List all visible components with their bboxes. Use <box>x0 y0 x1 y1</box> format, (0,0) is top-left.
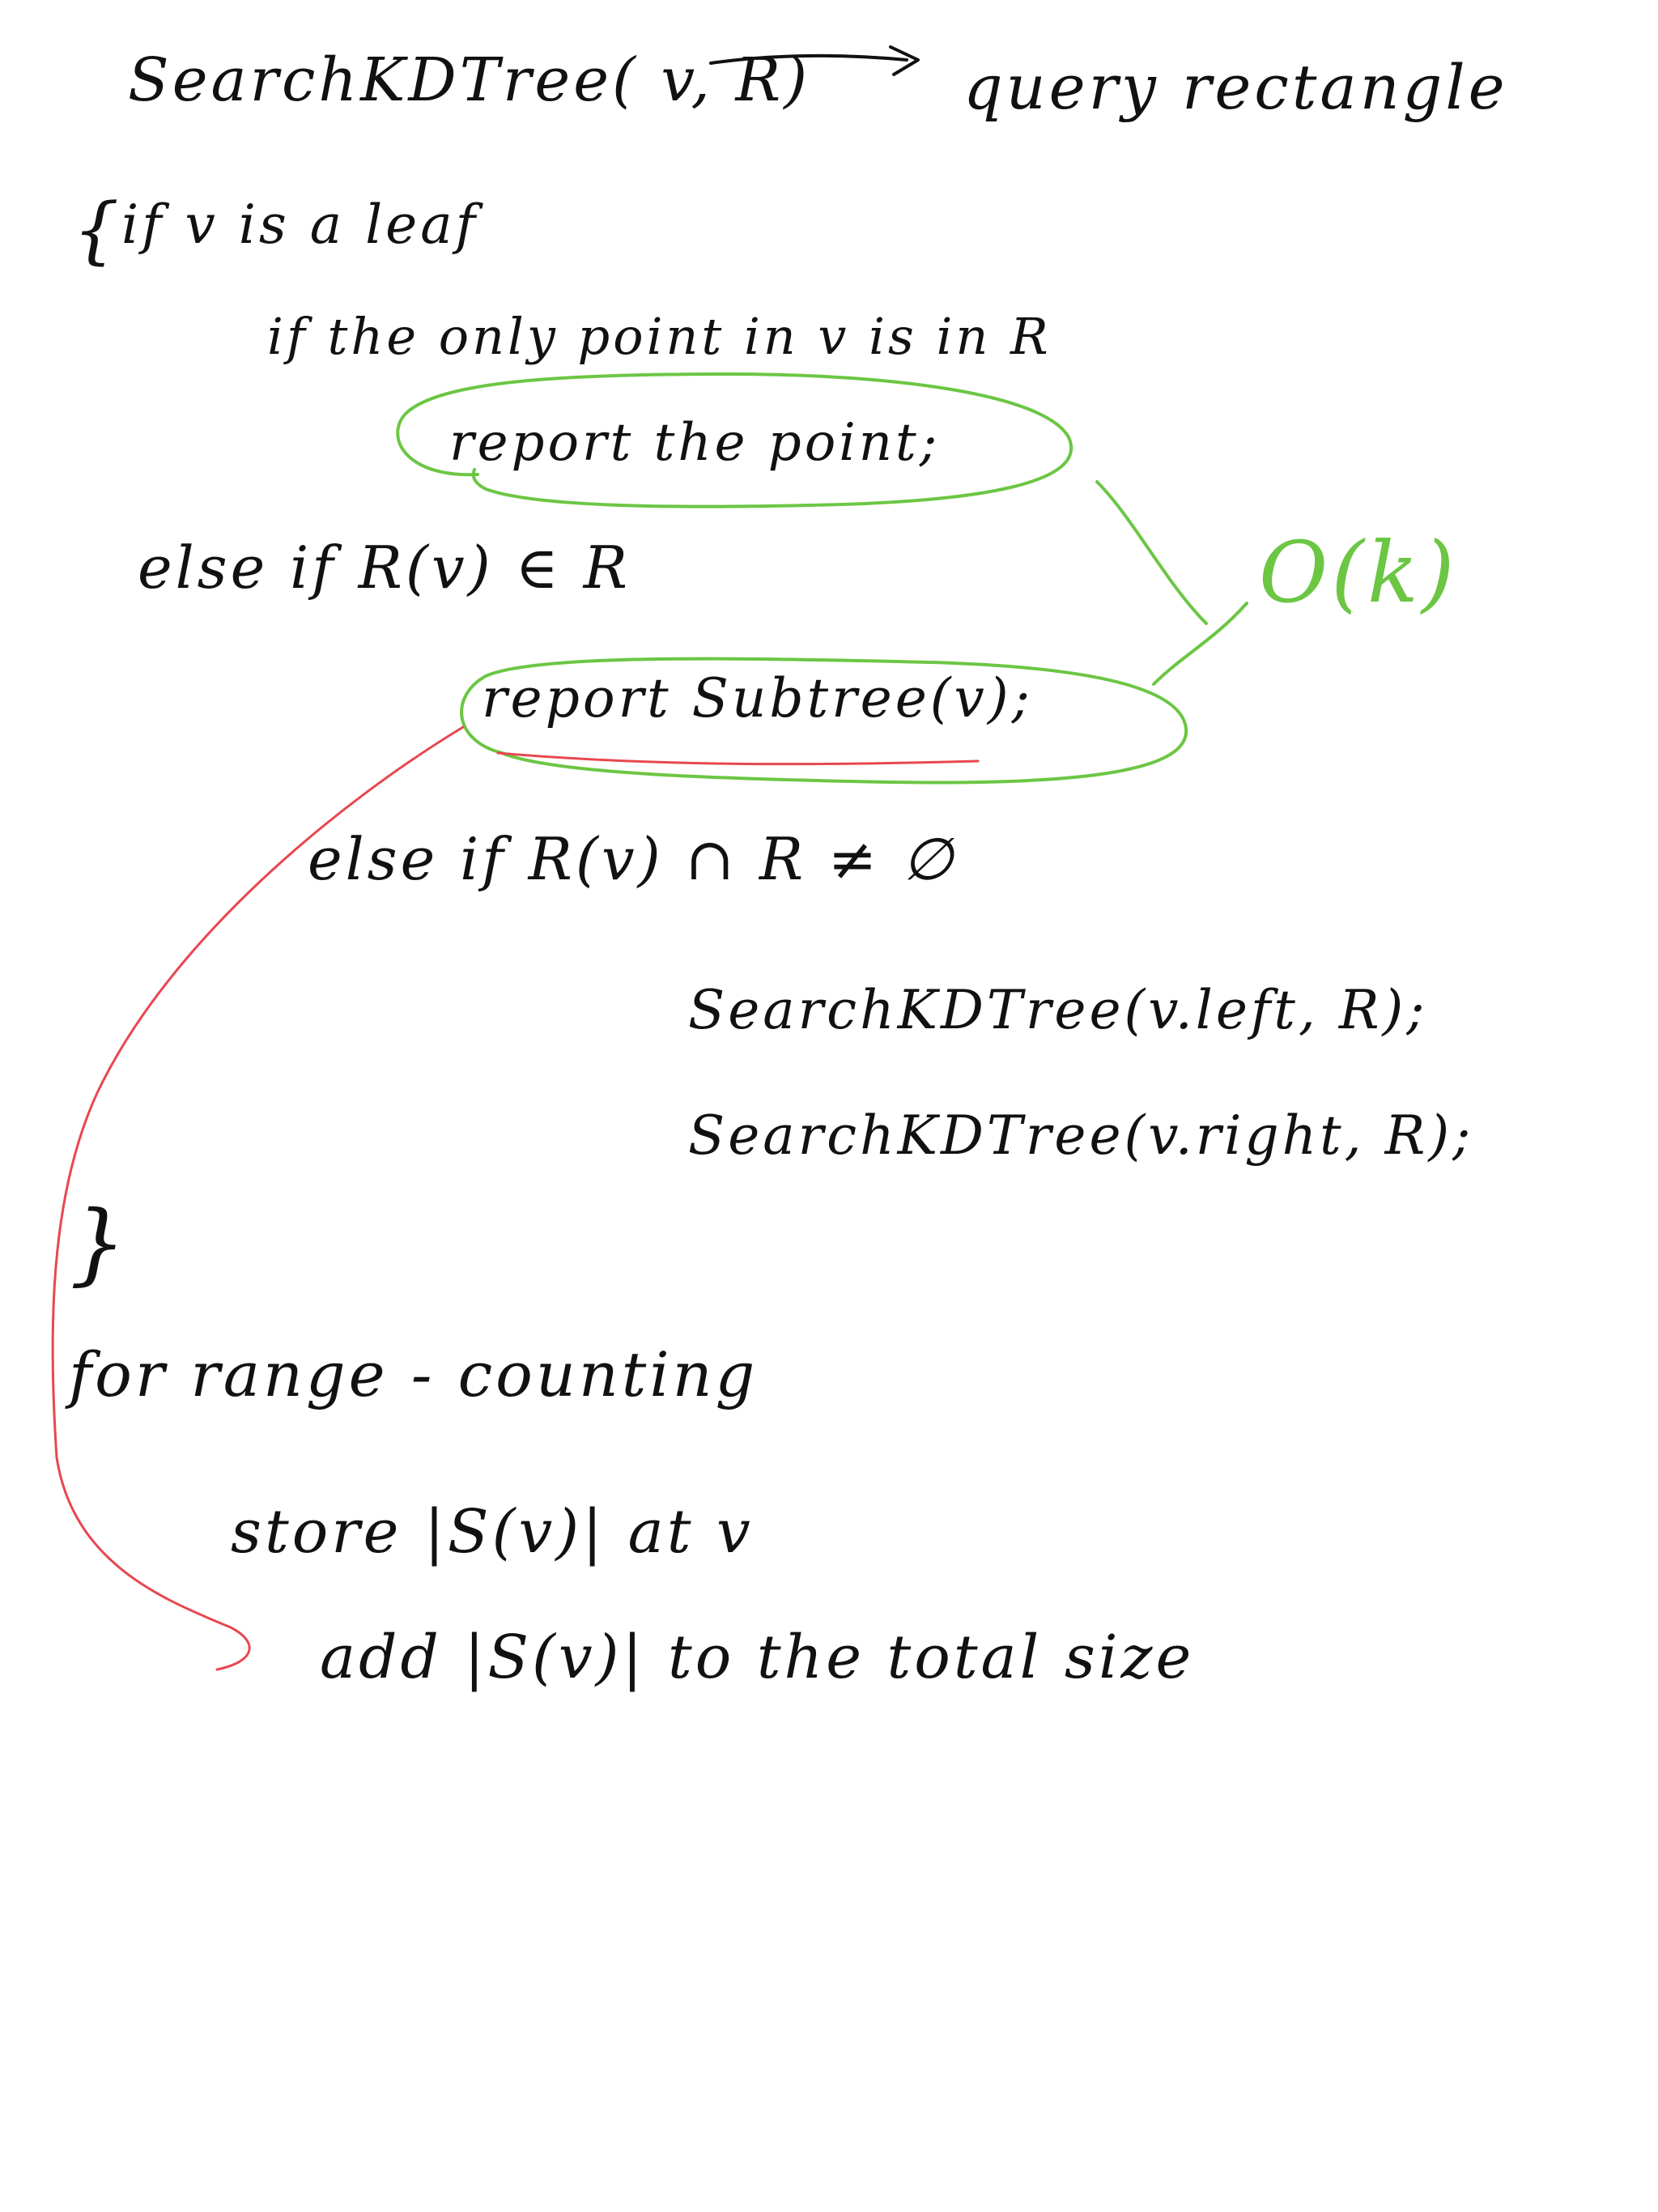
closing-brace: } <box>70 1191 130 1295</box>
else-if-intersect-line: else if R(v) ∩ R ≠ ∅ <box>308 825 956 893</box>
add-count-line: add |S(v)| to the total size <box>320 1623 1195 1692</box>
handwritten-note-page: SearchKDTree( v, R) query rectangle { if… <box>0 0 1658 2212</box>
if-only-point-line: if the only point in v is in R <box>267 307 1052 366</box>
if-leaf-line: if v is a leaf <box>121 194 479 256</box>
report-point-line: report the point; <box>449 413 941 473</box>
function-signature: SearchKDTree( v, R) <box>128 45 811 115</box>
report-subtree-line: report Subtree(v); <box>482 667 1033 730</box>
complexity-annotation: O(k) <box>1259 523 1458 622</box>
green-connector-upper <box>1095 480 1208 625</box>
pointer-arrowhead <box>889 45 920 76</box>
else-if-contained-line: else if R(v) ∈ R <box>138 534 631 602</box>
query-rectangle-label: query rectangle <box>963 51 1508 123</box>
red-underline <box>496 751 980 766</box>
search-left-line: SearchKDTree(v.left, R); <box>688 979 1428 1041</box>
range-counting-heading: for range - counting <box>69 1338 759 1410</box>
opening-brace: { <box>73 188 123 273</box>
green-connector-lower <box>1152 602 1248 686</box>
search-right-line: SearchKDTree(v.right, R); <box>688 1104 1474 1167</box>
store-count-line: store |S(v)| at v <box>231 1497 754 1567</box>
